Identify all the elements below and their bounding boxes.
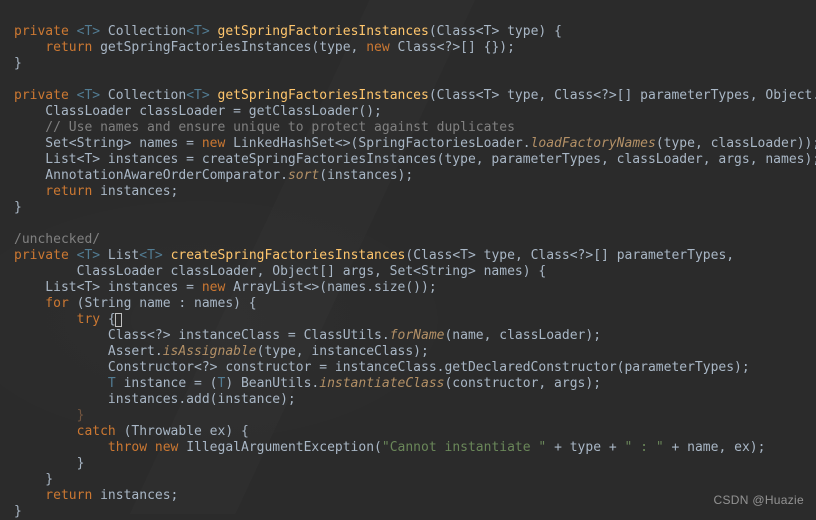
method-signature: private <T> Collection<T> getSpringFacto…	[14, 88, 816, 103]
comment: // Use names and ensure unique to protec…	[14, 120, 515, 135]
code-text: Class<?>[] {});	[390, 40, 515, 55]
method-signature: private <T> List<T> createSpringFactorie…	[14, 248, 734, 263]
brace-close: }	[14, 200, 22, 215]
code-line: throw new IllegalArgumentException("Cann…	[14, 440, 765, 455]
code-line: return instances;	[14, 184, 178, 199]
code-line: List<T> instances = createSpringFactorie…	[14, 152, 816, 167]
code-line: Assert.isAssignable(type, instanceClass)…	[14, 344, 429, 359]
code-line: Constructor<?> constructor = instanceCla…	[14, 360, 750, 375]
keyword-new: new	[366, 40, 389, 55]
code-line: T instance = (T) BeanUtils.instantiateCl…	[14, 376, 601, 391]
annotation: /unchecked/	[14, 232, 100, 247]
code-line: Set<String> names = new LinkedHashSet<>(…	[14, 136, 816, 151]
brace-close: }	[14, 472, 53, 487]
code-line: List<T> instances = new ArrayList<>(name…	[14, 280, 437, 295]
params-continuation: ClassLoader classLoader, Object[] args, …	[14, 264, 546, 279]
watermark: CSDN @Huazie	[714, 492, 804, 508]
brace-close: }	[14, 456, 84, 471]
brace-close: }	[14, 504, 22, 519]
code-line: for (String name : names) {	[14, 296, 257, 311]
method-signature: private <T> Collection<T> getSpringFacto…	[14, 24, 562, 39]
keyword-return: return	[45, 40, 92, 55]
code-line: instances.add(instance);	[14, 392, 296, 407]
code-line: return instances;	[14, 488, 178, 503]
code-line: try {	[14, 312, 122, 327]
brace-close-try: }	[14, 408, 84, 423]
code-line: AnnotationAwareOrderComparator.sort(inst…	[14, 168, 413, 183]
code-line: ClassLoader classLoader = getClassLoader…	[14, 104, 382, 119]
text-cursor	[115, 313, 122, 327]
code-text: getSpringFactoriesInstances(type,	[92, 40, 366, 55]
code-line: catch (Throwable ex) {	[14, 424, 249, 439]
code-line: Class<?> instanceClass = ClassUtils.forN…	[14, 328, 601, 343]
brace-close: }	[14, 56, 22, 71]
code-editor[interactable]: private <T> Collection<T> getSpringFacto…	[0, 0, 816, 514]
